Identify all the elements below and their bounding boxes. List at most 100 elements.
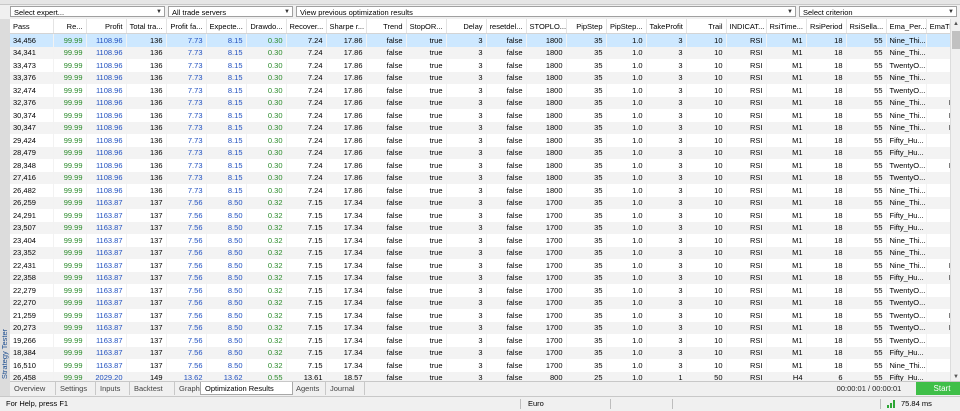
start-button[interactable]: Start	[916, 382, 960, 395]
table-cell: M30	[926, 309, 950, 322]
table-row[interactable]: 26,259 99.99 1163.87 137 7.56 8.50 0.32 7.15 17.…	[10, 196, 950, 209]
column-header[interactable]: resetdel...	[486, 19, 527, 34]
table-cell: 3	[646, 271, 687, 284]
table-cell: RSI	[726, 71, 767, 84]
table-row[interactable]: 28,479 99.99 1108.96 136 7.73 8.15 0.30 7.24 17.…	[10, 146, 950, 159]
table-row[interactable]: 29,424 99.99 1108.96 136 7.73 8.15 0.30 7.24 17.…	[10, 134, 950, 147]
column-header[interactable]: PipStep...	[606, 19, 647, 34]
table-row[interactable]: 30,347 99.99 1108.96 136 7.73 8.15 0.30 7.24 17.…	[10, 121, 950, 134]
column-header[interactable]: Expecte...	[206, 19, 247, 34]
table-row[interactable]: 26,482 99.99 1108.96 136 7.73 8.15 0.30 7.24 17.…	[10, 184, 950, 197]
table-row[interactable]: 32,376 99.99 1108.96 136 7.73 8.15 0.30 7.24 17.…	[10, 96, 950, 109]
table-cell: M1	[766, 171, 807, 184]
column-header[interactable]: RsiPeriod	[806, 19, 847, 34]
column-header[interactable]: StopOR...	[406, 19, 447, 34]
table-cell: 1700	[526, 234, 567, 247]
column-header[interactable]: Re...	[53, 19, 87, 34]
table-cell: 7.24	[286, 121, 327, 134]
table-cell: 27,416	[10, 171, 54, 184]
table-row[interactable]: 22,270 99.99 1163.87 137 7.56 8.50 0.32 7.15 17.…	[10, 296, 950, 309]
table-cell: false	[486, 121, 527, 134]
table-cell: false	[486, 271, 527, 284]
table-cell: 10	[686, 109, 727, 122]
column-header[interactable]: RsiSella...	[846, 19, 887, 34]
tab-settings[interactable]: Settings	[56, 382, 96, 395]
criterion-select[interactable]: Select criterion ▼	[799, 6, 957, 17]
table-row[interactable]: 22,279 99.99 1163.87 137 7.56 8.50 0.32 7.15 17.…	[10, 284, 950, 297]
table-cell: H4	[926, 346, 950, 359]
tab-optimization-results[interactable]: Optimization Results	[200, 382, 293, 395]
table-row[interactable]: 28,348 99.99 1108.96 136 7.73 8.15 0.30 7.24 17.…	[10, 159, 950, 172]
table-cell: true	[406, 121, 447, 134]
table-row[interactable]: 23,507 99.99 1163.87 137 7.56 8.50 0.32 7.15 17.…	[10, 221, 950, 234]
table-row[interactable]: 27,416 99.99 1108.96 136 7.73 8.15 0.30 7.24 17.…	[10, 171, 950, 184]
column-header[interactable]: Total tra...	[126, 19, 167, 34]
tab-journal[interactable]: Journal	[326, 382, 365, 395]
table-row[interactable]: 21,259 99.99 1163.87 137 7.56 8.50 0.32 7.15 17.…	[10, 309, 950, 322]
table-row[interactable]: 19,266 99.99 1163.87 137 7.56 8.50 0.32 7.15 17.…	[10, 334, 950, 347]
table-cell: 17.86	[326, 46, 367, 59]
table-cell: 7.15	[286, 346, 327, 359]
table-row[interactable]: 16,510 99.99 1163.87 137 7.56 8.50 0.32 7.15 17.…	[10, 359, 950, 372]
table-row[interactable]: 22,431 99.99 1163.87 137 7.56 8.50 0.32 7.15 17.…	[10, 259, 950, 272]
tab-backtest[interactable]: Backtest	[130, 382, 175, 395]
column-header[interactable]: Delay	[446, 19, 487, 34]
table-row[interactable]: 18,384 99.99 1163.87 137 7.56 8.50 0.32 7.15 17.…	[10, 346, 950, 359]
column-header[interactable]: Ema_Per...	[886, 19, 927, 34]
table-row[interactable]: 32,474 99.99 1108.96 136 7.73 8.15 0.30 7.24 17.…	[10, 84, 950, 97]
table-row[interactable]: 33,473 99.99 1108.96 136 7.73 8.15 0.30 7.24 17.…	[10, 59, 950, 72]
table-cell: TwentyO...	[886, 309, 927, 322]
column-header[interactable]: STOPLO...	[526, 19, 567, 34]
expert-select[interactable]: Select expert... ▼	[10, 6, 165, 17]
column-header[interactable]: Recover...	[286, 19, 327, 34]
column-header[interactable]: EmaTim...	[926, 19, 950, 34]
column-header[interactable]: PipStep	[566, 19, 607, 34]
scroll-up-icon[interactable]: ▲	[951, 19, 960, 29]
table-cell: 1108.96	[86, 71, 127, 84]
table-row[interactable]: 24,291 99.99 1163.87 137 7.56 8.50 0.32 7.15 17.…	[10, 209, 950, 222]
column-header[interactable]: Profit	[86, 19, 127, 34]
column-header[interactable]: TakeProfit	[646, 19, 687, 34]
table-cell: 3	[646, 234, 687, 247]
table-cell: 55	[846, 309, 887, 322]
table-row[interactable]: 23,404 99.99 1163.87 137 7.56 8.50 0.32 7.15 17.…	[10, 234, 950, 247]
table-row[interactable]: 30,374 99.99 1108.96 136 7.73 8.15 0.30 7.24 17.…	[10, 109, 950, 122]
column-header[interactable]: RsiTime...	[766, 19, 807, 34]
column-header[interactable]: Pass	[10, 19, 54, 34]
table-row[interactable]: 34,456 99.99 1108.96 136 7.73 8.15 0.30 7.24 17.…	[10, 33, 950, 47]
tab-inputs[interactable]: Inputs	[96, 382, 130, 395]
tab-agents[interactable]: Agents	[292, 382, 326, 395]
table-cell: 137	[126, 359, 167, 372]
table-cell: 1800	[526, 171, 567, 184]
table-cell: 3	[446, 33, 487, 47]
column-header[interactable]: Trend	[366, 19, 407, 34]
table-cell: 8.50	[206, 271, 247, 284]
table-cell: 7.73	[166, 109, 207, 122]
vertical-scrollbar[interactable]: ▲ ▼	[950, 19, 960, 382]
results-select[interactable]: View previous optimization results ▼	[296, 6, 796, 17]
table-cell: 99.99	[53, 209, 87, 222]
table-cell: 7.56	[166, 234, 207, 247]
table-cell: 137	[126, 284, 167, 297]
servers-select[interactable]: All trade servers ▼	[168, 6, 293, 17]
table-cell: 17.86	[326, 146, 367, 159]
column-header[interactable]: Sharpe r...	[326, 19, 367, 34]
column-header[interactable]: INDICAT...	[726, 19, 767, 34]
column-header[interactable]: Profit fa...	[166, 19, 207, 34]
table-row[interactable]: 23,352 99.99 1163.87 137 7.56 8.50 0.32 7.15 17.…	[10, 246, 950, 259]
table-cell: 55	[846, 134, 887, 147]
tab-overview[interactable]: Overview	[10, 382, 56, 395]
table-row[interactable]: 34,341 99.99 1108.96 136 7.73 8.15 0.30 7.24 17.…	[10, 46, 950, 59]
table-row[interactable]: 20,273 99.99 1163.87 137 7.56 8.50 0.32 7.15 17.…	[10, 321, 950, 334]
table-cell: true	[406, 221, 447, 234]
scroll-thumb[interactable]	[952, 31, 960, 49]
table-cell: 1.0	[606, 334, 647, 347]
table-row[interactable]: 33,376 99.99 1108.96 136 7.73 8.15 0.30 7.24 17.…	[10, 71, 950, 84]
table-cell: 18	[806, 259, 847, 272]
table-cell: 136	[126, 121, 167, 134]
table-row[interactable]: 22,358 99.99 1163.87 137 7.56 8.50 0.32 7.15 17.…	[10, 271, 950, 284]
column-header[interactable]: Drawdo...	[246, 19, 287, 34]
column-header[interactable]: Trail	[686, 19, 727, 34]
currency-text: Euro	[528, 399, 544, 408]
table-cell: 19,266	[10, 334, 54, 347]
